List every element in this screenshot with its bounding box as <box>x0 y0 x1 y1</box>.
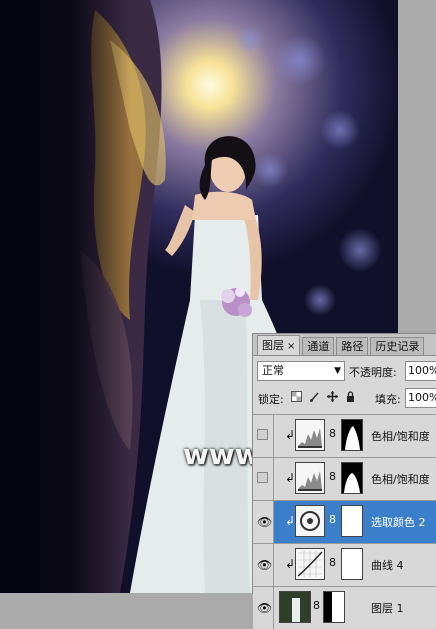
lock-row: 锁定: 填充: 100% <box>257 388 436 408</box>
visibility-toggle[interactable]: 👁 <box>253 587 274 629</box>
layer-row-hue-saturation-2[interactable]: ↲ 8 色相/饱和度 <box>253 414 436 457</box>
opacity-label: 不透明度: <box>349 366 397 379</box>
fill-field[interactable]: 100% <box>405 388 436 408</box>
tab-paths-label: 路径 <box>341 340 364 353</box>
tab-channels-label: 通道 <box>307 340 330 353</box>
visibility-toggle[interactable] <box>253 458 274 500</box>
eye-icon: 👁 <box>257 601 273 615</box>
lock-position-icon[interactable] <box>327 391 338 402</box>
canvas-background <box>398 0 436 333</box>
hue-saturation-icon <box>295 419 325 451</box>
curves-icon <box>295 548 325 580</box>
panel-tabs: 图层 × 通道 路径 历史记录 <box>253 334 436 356</box>
layer-mask-thumbnail[interactable] <box>341 462 363 494</box>
opacity-field[interactable]: 100% <box>405 361 436 381</box>
layer-name: 选取颜色 2 <box>371 516 426 529</box>
clipping-arrow-icon: ↲ <box>285 514 296 528</box>
layer-row-hue-saturation-1[interactable]: ↲ 8 色相/饱和度 <box>253 457 436 500</box>
clipping-arrow-icon: ↲ <box>285 557 296 571</box>
tab-layers[interactable]: 图层 × <box>257 335 301 355</box>
link-icon: 8 <box>329 513 336 526</box>
image-thumbnail <box>279 591 311 623</box>
layer-mask-thumbnail[interactable] <box>323 591 345 623</box>
layer-name: 色相/饱和度 <box>371 430 430 443</box>
layer-mask-thumbnail[interactable] <box>341 419 363 451</box>
visibility-toggle[interactable] <box>253 415 274 457</box>
tab-history[interactable]: 历史记录 <box>370 337 425 355</box>
layer-row-selective-color-2[interactable]: 👁 ↲ 8 选取颜色 2 <box>253 500 436 543</box>
close-icon[interactable]: × <box>287 341 295 352</box>
lock-label: 锁定: <box>258 393 284 406</box>
layer-name: 色相/饱和度 <box>371 473 430 486</box>
visibility-toggle[interactable]: 👁 <box>253 501 274 543</box>
layer-row-curves-4[interactable]: 👁 ↲ 8 曲线 4 <box>253 543 436 586</box>
lock-image-pixels-icon[interactable] <box>309 391 320 402</box>
layer-name: 图层 1 <box>371 602 404 615</box>
layer-mask-thumbnail[interactable] <box>341 548 363 580</box>
eye-icon: 👁 <box>257 558 273 572</box>
link-icon: 8 <box>313 599 320 612</box>
link-icon: 8 <box>329 556 336 569</box>
tab-channels[interactable]: 通道 <box>302 337 335 355</box>
layer-name: 曲线 4 <box>371 559 404 572</box>
clipping-arrow-icon: ↲ <box>285 471 296 485</box>
fill-label: 填充: <box>375 393 401 406</box>
tab-paths[interactable]: 路径 <box>336 337 369 355</box>
hidden-visibility-box <box>257 472 268 483</box>
blend-mode-value: 正常 <box>262 364 284 377</box>
blend-row: 正常 ▼ 不透明度: 100% <box>257 361 436 383</box>
clipping-arrow-icon: ↲ <box>285 428 296 442</box>
layers-panel: 图层× 通道 路径 历史记录 正常 ▼ 不透明度: 100% 锁定: 填充: 10… <box>252 333 436 629</box>
layers-list: ↲ 8 色相/饱和度 ↲ 8 色相/饱和度 👁 ↲ 8 选取颜色 2 👁 ↲ 8… <box>253 414 436 629</box>
blend-mode-select[interactable]: 正常 ▼ <box>257 361 345 381</box>
layer-row-layer-1[interactable]: 👁 8 图层 1 <box>253 586 436 629</box>
hue-saturation-icon <box>295 462 325 494</box>
chevron-down-icon: ▼ <box>334 366 341 376</box>
link-icon: 8 <box>329 427 336 440</box>
lock-all-icon[interactable] <box>345 391 356 402</box>
tab-history-label: 历史记录 <box>375 340 420 353</box>
lock-transparent-pixels-icon[interactable] <box>291 391 302 402</box>
eye-icon: 👁 <box>257 515 273 529</box>
hidden-visibility-box <box>257 429 268 440</box>
tab-layers-label: 图层 <box>262 339 284 352</box>
selective-color-icon <box>295 505 325 537</box>
link-icon: 8 <box>329 470 336 483</box>
visibility-toggle[interactable]: 👁 <box>253 544 274 586</box>
layer-mask-thumbnail[interactable] <box>341 505 363 537</box>
